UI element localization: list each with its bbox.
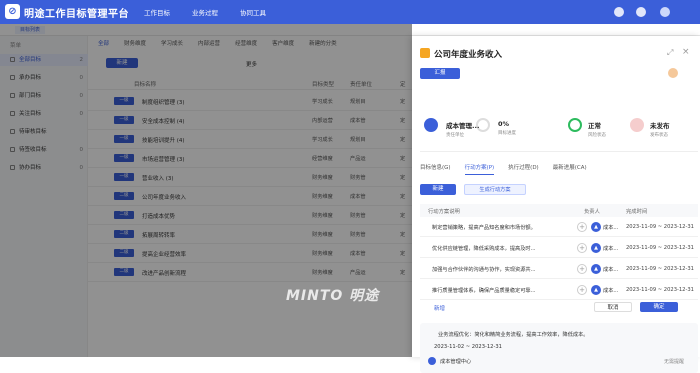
- nav-item-tools[interactable]: 协同工具: [240, 7, 266, 17]
- owner-avatar-icon: ▲: [591, 243, 601, 253]
- tab-execution[interactable]: 执行过程(D): [508, 163, 539, 175]
- confirm-button[interactable]: 确定: [640, 302, 678, 312]
- stat-value: 成本管理...: [446, 122, 480, 130]
- owner-avatar-icon: ▲: [591, 222, 601, 232]
- user-avatar[interactable]: [660, 7, 670, 17]
- generate-plan-button[interactable]: 生成行动方案: [464, 184, 526, 195]
- top-nav: 工作目标 业务过程 协同工具: [144, 7, 266, 17]
- cancel-button[interactable]: 取消: [594, 302, 632, 312]
- card-remind[interactable]: 无需提醒: [664, 358, 684, 365]
- owner-avatar-icon: ▲: [591, 264, 601, 274]
- app-logo-icon: ⊘: [5, 4, 20, 19]
- plan-date[interactable]: 2023-11-09 ~ 2023-12-31: [626, 266, 694, 272]
- plan-row[interactable]: 制定营销策略，提高产品知名度和市场份额。 + ▲ 成本... 2023-11-0…: [420, 218, 698, 237]
- stat-value: 0%: [498, 120, 510, 128]
- card-owner-avatar: [428, 357, 436, 365]
- plan-date[interactable]: 2023-11-09 ~ 2023-12-31: [626, 287, 694, 293]
- plan-table-header: 行动方案说明 负责人 完成时间: [420, 204, 698, 217]
- add-owner-icon[interactable]: +: [577, 264, 587, 274]
- plan-owner: 成本...: [603, 246, 619, 252]
- app-title: 明途工作目标管理平台: [24, 9, 129, 20]
- stat-unit: 成本管理... 责任单位: [446, 120, 479, 148]
- plan-desc[interactable]: 制定营销策略，提高产品知名度和市场份额。: [432, 224, 536, 231]
- publish-icon: [630, 118, 644, 132]
- expand-icon[interactable]: ⤢: [667, 48, 673, 58]
- check-icon: [568, 118, 582, 132]
- nav-item-process[interactable]: 业务过程: [192, 7, 218, 17]
- top-bar: ⊘ 明途工作目标管理平台 工作目标 业务过程 协同工具: [0, 0, 700, 24]
- plan-owner: 成本...: [603, 225, 619, 231]
- process-card: 业务流程优化：简化和精简业务流程，提高工作效率，降低成本。 2023-11-02…: [420, 323, 698, 373]
- col-desc: 行动方案说明: [428, 209, 460, 215]
- col-owner: 负责人: [584, 209, 600, 215]
- plan-desc[interactable]: 推行质量管理体系，确保产品质量稳定可靠...: [432, 287, 536, 294]
- add-owner-icon[interactable]: +: [577, 222, 587, 232]
- nav-item-goals[interactable]: 工作目标: [144, 7, 170, 17]
- plan-desc[interactable]: 加强与合作伙伴的沟通与协作，实现资源共...: [432, 266, 536, 273]
- plan-owner: 成本...: [603, 288, 619, 294]
- goal-icon: [420, 48, 430, 58]
- stat-progress: 0% 目标进度: [498, 120, 516, 148]
- plan-desc[interactable]: 优化供应链管理，降低采购成本，提高及时...: [432, 245, 536, 252]
- report-button[interactable]: 汇报: [420, 68, 460, 79]
- notification-icon[interactable]: [614, 7, 624, 17]
- card-dates: 2023-11-02 ~ 2023-12-31: [434, 344, 502, 350]
- stat-label: 责任单位: [446, 133, 464, 138]
- stat-value: 正常: [588, 122, 601, 130]
- plan-date[interactable]: 2023-11-09 ~ 2023-12-31: [626, 224, 694, 230]
- panel-tabs: 目标信息(G) 行动方案(P) 执行过程(D) 最新进展(CA): [420, 163, 601, 175]
- panel-title: 公司年度业务收入: [434, 50, 503, 60]
- stat-label: 发布状态: [650, 133, 668, 138]
- stat-risk: 正常 风险状态: [588, 120, 606, 148]
- card-text: 业务流程优化：简化和精简业务流程，提高工作效率，降低成本。: [438, 332, 589, 338]
- unit-icon: [424, 118, 438, 132]
- tab-goal-info[interactable]: 目标信息(G): [420, 163, 451, 175]
- stat-publish: 未发布 发布状态: [650, 120, 670, 148]
- add-owner-icon[interactable]: +: [577, 243, 587, 253]
- close-icon[interactable]: ×: [682, 47, 690, 57]
- owner-avatar-icon: ▲: [591, 285, 601, 295]
- plan-date[interactable]: 2023-11-09 ~ 2023-12-31: [626, 245, 694, 251]
- add-owner-icon[interactable]: +: [577, 285, 587, 295]
- watermark: MINTO 明途: [286, 288, 380, 304]
- tab-action-plan[interactable]: 行动方案(P): [464, 163, 495, 175]
- stat-label: 风险状态: [588, 133, 606, 138]
- new-plan-button[interactable]: 新建: [420, 184, 456, 195]
- card-owner: 成本管理中心: [440, 359, 472, 365]
- stat-value: 未发布: [650, 122, 670, 130]
- owner-avatar[interactable]: [668, 68, 678, 78]
- col-date: 完成时间: [626, 209, 648, 215]
- tab-progress[interactable]: 最新进展(CA): [553, 163, 587, 175]
- stat-label: 目标进度: [498, 131, 516, 136]
- add-plan-link[interactable]: 新增: [434, 304, 445, 312]
- plan-row[interactable]: 加强与合作伙伴的沟通与协作，实现资源共... + ▲ 成本... 2023-11…: [420, 260, 698, 279]
- plan-row[interactable]: 优化供应链管理，降低采购成本，提高及时... + ▲ 成本... 2023-11…: [420, 239, 698, 258]
- modal-overlay[interactable]: [0, 24, 412, 357]
- plan-owner: 成本...: [603, 267, 619, 273]
- goal-detail-panel: 公司年度业务收入 ⤢ × 汇报 成本管理... 责任单位 0% 目标进度 正常风险状…: [412, 36, 700, 373]
- settings-icon[interactable]: [636, 7, 646, 17]
- plan-row[interactable]: 推行质量管理体系，确保产品质量稳定可靠... + ▲ 成本... 2023-11…: [420, 281, 698, 300]
